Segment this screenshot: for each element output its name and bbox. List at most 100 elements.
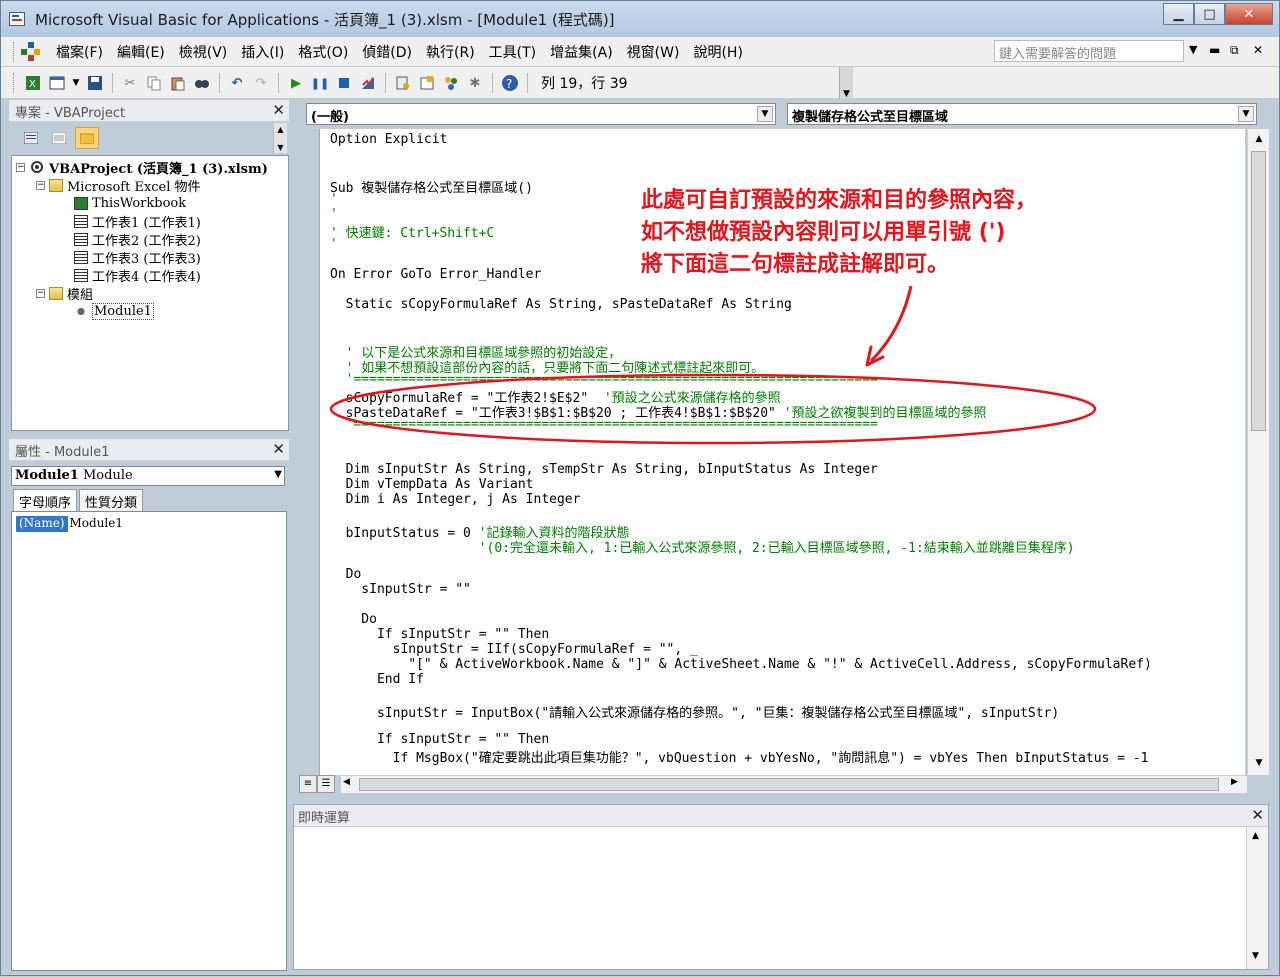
project-explorer-icon[interactable] [393, 73, 413, 93]
menu-tools[interactable]: 工具(T) [482, 42, 543, 62]
tree-root[interactable]: − VBAProject (活頁簿_1 (3).xlsm) [16, 158, 268, 177]
code-line[interactable]: Dim vTempData As Variant [330, 477, 534, 492]
tree-sheet1[interactable]: 工作表1 (工作表1) [74, 212, 201, 231]
close-icon[interactable]: ✕ [272, 101, 285, 119]
procedure-combo[interactable]: 複製儲存格公式至目標區域 ▼ [787, 103, 1257, 125]
code-line[interactable]: If sInputStr = "" Then [330, 627, 549, 642]
code-line[interactable]: Do [330, 567, 362, 582]
code-line[interactable]: '=======================================… [330, 372, 878, 387]
immediate-input[interactable] [294, 827, 1246, 969]
code-line[interactable]: ' [330, 237, 338, 252]
code-line[interactable]: If MsgBox("確定要跳出此項巨集功能？", vbQuestion + v… [330, 747, 1149, 766]
properties-window-icon[interactable] [417, 73, 437, 93]
minimize-button[interactable]: ▁ [1163, 3, 1194, 25]
copy-icon[interactable] [144, 73, 164, 93]
tree-thisworkbook[interactable]: ThisWorkbook [74, 194, 186, 212]
object-browser-icon[interactable] [441, 73, 461, 93]
code-line[interactable]: '=======================================… [330, 417, 878, 432]
menu-window[interactable]: 視窗(W) [620, 42, 687, 62]
view-excel-icon[interactable]: X [23, 73, 43, 93]
reset-icon[interactable] [334, 73, 354, 93]
code-vertical-scrollbar[interactable]: ▲ ▼ [1247, 129, 1269, 775]
design-mode-icon[interactable] [358, 73, 378, 93]
menubar-grip[interactable] [13, 41, 17, 62]
undo-icon[interactable]: ↶ [227, 73, 247, 93]
procedure-view-icon[interactable]: ≡ [299, 775, 317, 793]
project-toolbar-scroll[interactable]: ▲ ▼ [273, 123, 287, 153]
menu-addins[interactable]: 增益集(A) [543, 42, 620, 62]
help-question-input[interactable]: 鍵入需要解答的問題 [994, 40, 1184, 62]
property-row-name[interactable]: (Name) Module1 [16, 516, 284, 532]
tree-sheet2[interactable]: 工作表2 (工作表2) [74, 230, 201, 249]
tree-sheet3[interactable]: 工作表3 (工作表3) [74, 248, 201, 267]
code-line[interactable]: sInputStr = IIf(sCopyFormulaRef = "", _ [330, 642, 698, 657]
code-line[interactable]: ' [330, 207, 338, 222]
help-dropdown-icon[interactable]: ▼ [1189, 43, 1197, 56]
code-line[interactable]: End If [330, 672, 424, 687]
toolbar-options-icon[interactable]: ▼ [839, 67, 853, 99]
code-line[interactable]: sInputStr = "" [330, 582, 471, 597]
full-module-view-icon[interactable]: ☰ [317, 775, 335, 793]
vbe-control-icon[interactable] [21, 41, 41, 62]
insert-userform-icon[interactable] [47, 73, 67, 93]
insert-dropdown-icon[interactable]: ▼ [71, 73, 81, 93]
collapse-icon[interactable]: − [36, 288, 45, 298]
code-line[interactable]: Dim sInputStr As String, sTempStr As Str… [330, 462, 878, 477]
tab-categorized[interactable]: 性質分類 [79, 489, 144, 511]
toggle-folders-icon[interactable] [75, 127, 99, 149]
maximize-button[interactable]: □ [1194, 3, 1225, 25]
tree-excel-objects[interactable]: − Microsoft Excel 物件 [36, 176, 201, 195]
code-line[interactable]: On Error GoTo Error_Handler [330, 267, 541, 282]
scroll-thumb[interactable] [1251, 151, 1266, 431]
tree-module1[interactable]: Module1 [74, 302, 154, 320]
chevron-down-icon[interactable]: ▼ [274, 469, 282, 480]
paste-icon[interactable] [168, 73, 188, 93]
scroll-up-icon[interactable]: ▲ [1251, 131, 1267, 147]
chevron-down-icon[interactable]: ▼ [757, 106, 773, 122]
menu-file[interactable]: 檔案(F) [49, 42, 110, 62]
scroll-right-icon[interactable]: ▶ [1231, 777, 1238, 787]
menu-insert[interactable]: 插入(I) [234, 42, 291, 62]
view-code-icon[interactable] [19, 127, 43, 149]
redo-icon[interactable]: ↷ [251, 73, 271, 93]
break-icon[interactable]: ❚❚ [310, 73, 330, 93]
code-horizontal-scrollbar[interactable]: ◀ ▶ [341, 775, 1247, 793]
immediate-scrollbar[interactable]: ▲ ▼ [1246, 827, 1268, 969]
menu-help[interactable]: 說明(H) [686, 42, 749, 62]
code-line[interactable]: Sub 複製儲存格公式至目標區域() [330, 177, 533, 196]
collapse-icon[interactable]: − [16, 162, 25, 172]
toolbox-icon[interactable]: ✱ [465, 73, 485, 93]
code-line[interactable]: Option Explicit [330, 132, 447, 147]
mdi-minimize-icon[interactable]: ▬ [1209, 43, 1220, 57]
scroll-left-icon[interactable]: ◀ [343, 777, 350, 787]
scroll-down-icon[interactable]: ▼ [1251, 755, 1267, 771]
tree-modules[interactable]: − 模組 [36, 284, 93, 303]
close-button[interactable]: ✕ [1225, 3, 1273, 25]
collapse-icon[interactable]: − [36, 180, 45, 190]
code-line[interactable]: ' [330, 192, 338, 207]
code-line[interactable]: "[" & ActiveWorkbook.Name & "]" & Active… [330, 657, 1152, 672]
tree-sheet4[interactable]: 工作表4 (工作表4) [74, 266, 201, 285]
close-icon[interactable]: ✕ [1251, 806, 1264, 824]
menu-edit[interactable]: 編輯(E) [110, 42, 172, 62]
tab-alphabetic[interactable]: 字母順序 [13, 489, 78, 511]
property-value[interactable]: Module1 [68, 516, 124, 532]
chevron-down-icon[interactable]: ▼ [1238, 106, 1254, 122]
menu-view[interactable]: 檢視(V) [172, 42, 235, 62]
code-line[interactable]: '(0:完全還未輸入, 1:已輸入公式來源參照, 2:已輸入目標區域參照, -1… [330, 537, 1075, 556]
scroll-down-icon[interactable]: ▼ [1252, 951, 1259, 961]
view-object-icon[interactable] [47, 127, 71, 149]
code-line[interactable]: Static sCopyFormulaRef As String, sPaste… [330, 297, 792, 312]
save-icon[interactable] [85, 73, 105, 93]
code-line[interactable]: ' 快速鍵: Ctrl+Shift+C [330, 222, 494, 241]
menu-format[interactable]: 格式(O) [291, 42, 355, 62]
help-icon[interactable]: ? [500, 73, 520, 93]
mdi-close-icon[interactable]: ✕ [1253, 43, 1263, 57]
run-icon[interactable]: ▶ [286, 73, 306, 93]
menu-run[interactable]: 執行(R) [419, 42, 482, 62]
scroll-thumb[interactable] [359, 778, 1219, 791]
object-combo[interactable]: (一般) ▼ [306, 103, 776, 125]
code-line[interactable]: sInputStr = InputBox("請輸入公式來源儲存格的參照。", "… [330, 702, 1059, 721]
object-selector[interactable]: Module1 Module ▼ [11, 466, 285, 486]
find-icon[interactable] [192, 73, 212, 93]
